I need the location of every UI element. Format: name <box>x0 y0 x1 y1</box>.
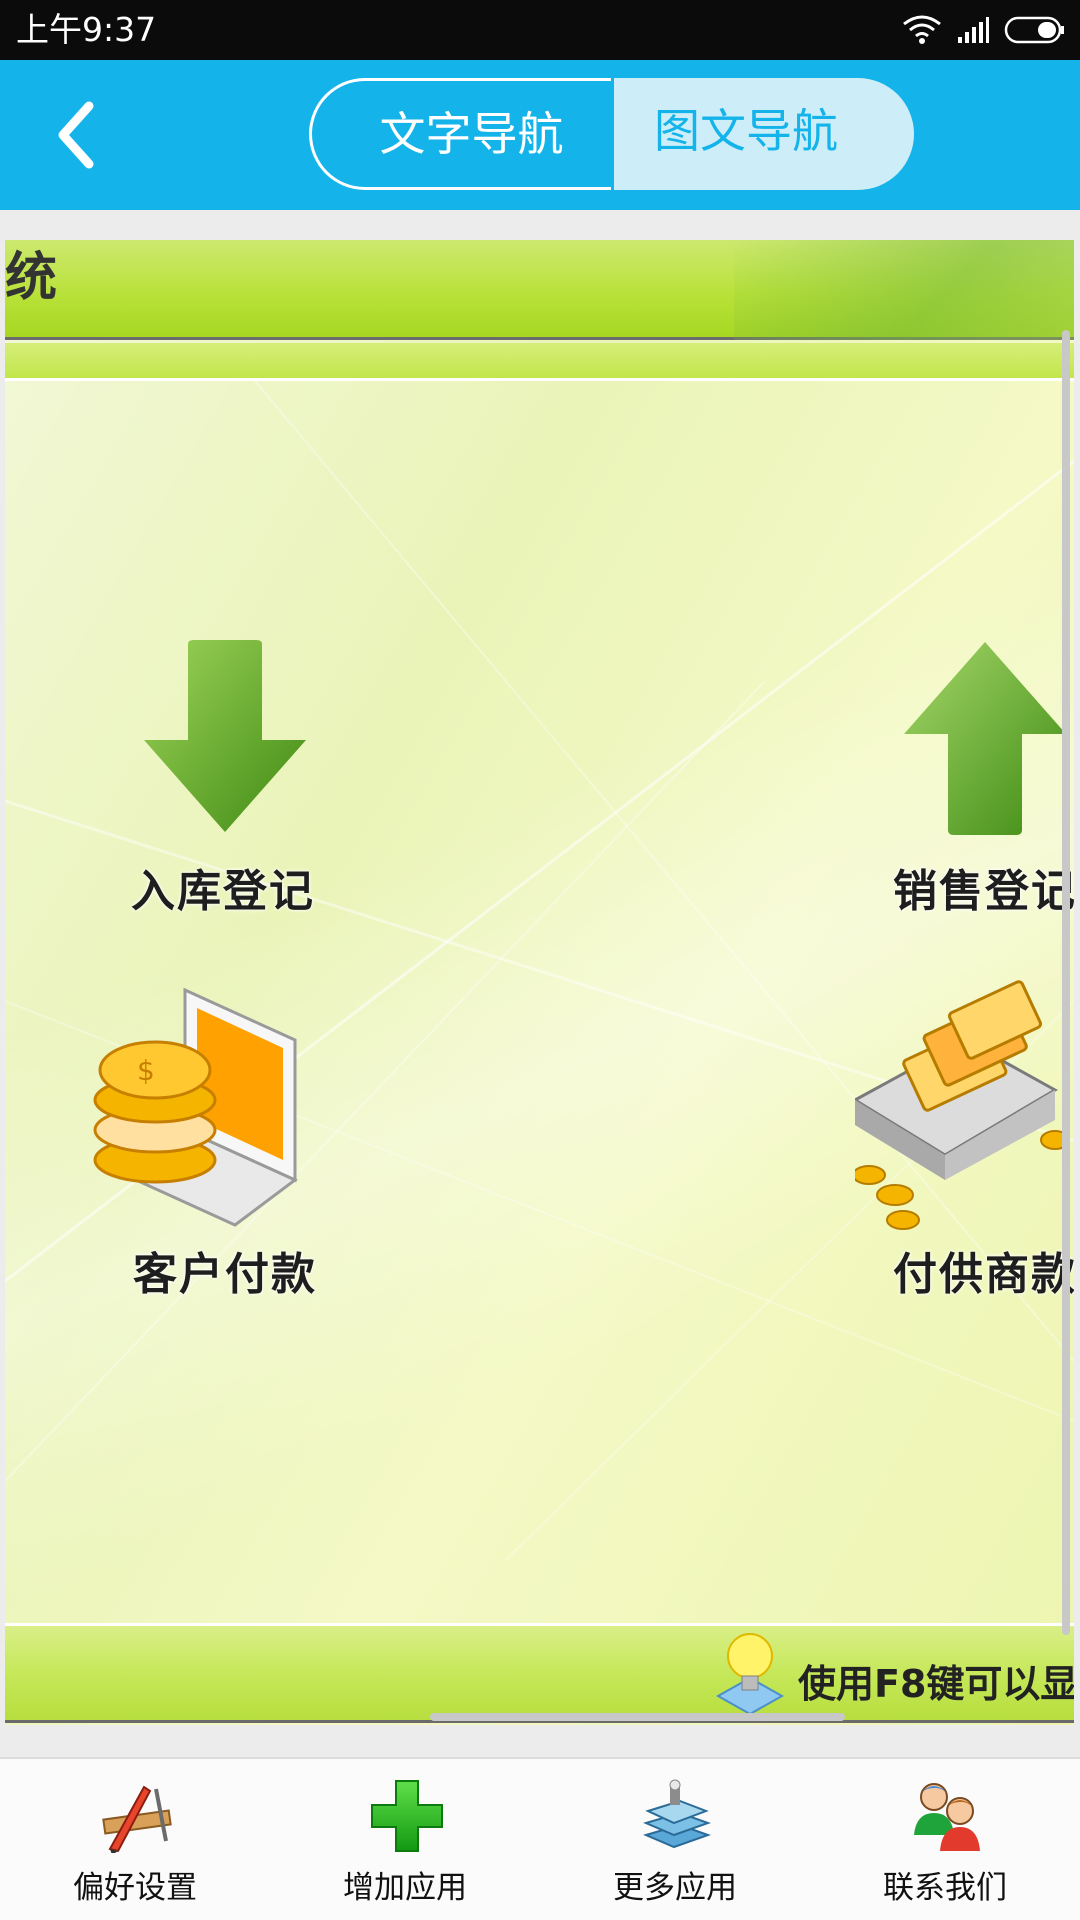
arrow-down-icon <box>144 640 306 832</box>
nav-contact-us-label: 联系我们 <box>883 1870 1007 1906</box>
nav-more-apps[interactable]: 更多应用 <box>540 1759 810 1920</box>
web-content-view[interactable]: 统 入库登记 销售登记 $ 客户付款 付供商款 使用F8键可以显 <box>5 240 1074 1725</box>
nav-contact-us[interactable]: 联系我们 <box>810 1759 1080 1920</box>
bottom-nav: 偏好设置 增加应用 更多应用 联系我们 <box>0 1757 1080 1920</box>
lightbulb-icon <box>715 1633 785 1716</box>
chevron-left-icon <box>58 101 94 169</box>
svg-text:$: $ <box>137 1054 155 1087</box>
banner-strip <box>5 343 1074 381</box>
tab-text-navigation-label: 文字导航 <box>379 107 564 161</box>
tab-text-navigation[interactable]: 文字导航 <box>309 78 611 190</box>
coins-laptop-icon: $ <box>93 987 298 1227</box>
nav-add-app-label: 增加应用 <box>343 1870 467 1906</box>
nav-preferences-label: 偏好设置 <box>73 1870 197 1906</box>
banner-title-fragment: 统 <box>5 247 58 308</box>
app-stock-in-label: 入库登记 <box>131 866 315 917</box>
stacked-books-icon <box>643 1779 711 1849</box>
status-icons <box>902 12 1066 48</box>
money-box-icon <box>855 980 1070 1230</box>
tip-text: 使用F8键可以显 <box>798 1662 1074 1706</box>
plus-icon <box>371 1780 443 1852</box>
app-supplier-payment[interactable]: 付供商款 <box>855 980 1074 1300</box>
app-customer-payment-label: 客户付款 <box>133 1249 317 1300</box>
design-tools-icon <box>102 1785 172 1853</box>
signal-icon <box>958 17 989 43</box>
segment-divider <box>551 78 607 81</box>
horizontal-scrollbar[interactable] <box>430 1713 845 1721</box>
status-time: 上午9:37 <box>16 10 157 49</box>
tab-image-navigation-label: 图文导航 <box>654 104 838 158</box>
app-sales-label: 销售登记 <box>893 866 1074 917</box>
app-supplier-payment-label: 付供商款 <box>893 1249 1074 1300</box>
wifi-icon <box>903 15 941 44</box>
status-bar: 上午9:37 <box>0 0 1080 60</box>
nav-more-apps-label: 更多应用 <box>613 1870 737 1906</box>
arrow-up-icon <box>904 642 1066 835</box>
vertical-scrollbar[interactable] <box>1062 330 1070 1635</box>
top-app-bar: 文字导航 图文导航 <box>0 60 1080 210</box>
people-icon <box>914 1783 980 1851</box>
banner-header: 统 <box>5 240 1074 340</box>
nav-preferences[interactable]: 偏好设置 <box>0 1759 270 1920</box>
tab-image-navigation[interactable]: 图文导航 <box>614 78 914 190</box>
nav-add-app[interactable]: 增加应用 <box>270 1759 540 1920</box>
app-customer-payment[interactable]: $ 客户付款 <box>85 980 365 1300</box>
back-button[interactable] <box>30 90 120 180</box>
battery-icon <box>1004 16 1064 44</box>
